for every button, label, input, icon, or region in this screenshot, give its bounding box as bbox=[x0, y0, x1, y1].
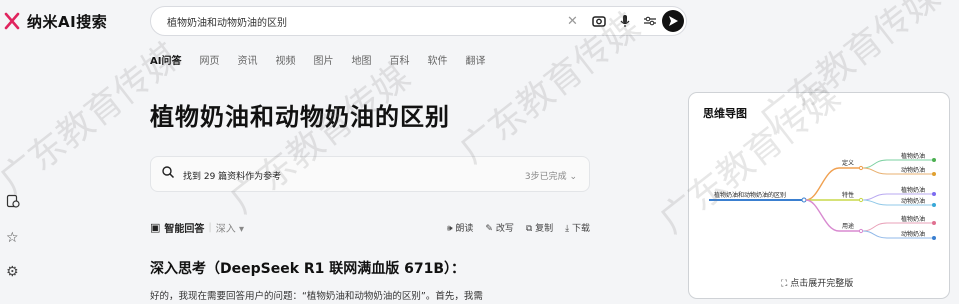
sources-panel[interactable]: 找到 29 篇资料作为参考 3步已完成 ⌄ bbox=[150, 156, 590, 192]
sources-count-label: 找到 29 篇资料作为参考 bbox=[183, 172, 282, 182]
deep-thinking-heading: 深入思考（DeepSeek R1 联网满血版 671B）： bbox=[150, 261, 466, 277]
rewrite-button[interactable]: ✎ 改写 bbox=[485, 221, 513, 234]
search-tabs: AI问答 网页 资讯 视频 图片 地图 百科 软件 翻译 bbox=[150, 52, 503, 70]
star-icon[interactable]: ☆ bbox=[6, 230, 19, 246]
brand-mark-icon bbox=[4, 12, 20, 30]
mindmap-root-node bbox=[801, 197, 807, 203]
search-input[interactable]: 植物奶油和动物奶油的区别 bbox=[167, 14, 287, 29]
tab-video[interactable]: 视频 bbox=[275, 52, 295, 70]
mindmap-leaf-6: 动物奶油 bbox=[901, 230, 925, 238]
mindmap-diagram: 植物奶油和动物奶油的区别 定义 特性 用途 植物奶油 动物奶油 植物奶油 动物奶… bbox=[709, 152, 936, 240]
tab-images[interactable]: 图片 bbox=[313, 52, 333, 70]
mindmap-branch-2: 特性 bbox=[842, 191, 854, 199]
mindmap-card[interactable]: 思维导图 植物奶油和动物奶油的区别 定义 特性 用途 植物奶油 动物奶油 植物奶… bbox=[688, 92, 950, 299]
filter-settings-icon[interactable] bbox=[643, 14, 657, 33]
depth-selector[interactable]: 深入 ▾ bbox=[216, 220, 244, 235]
expand-icon: ⛶ bbox=[781, 279, 788, 289]
mindmap-leaf-1: 植物奶油 bbox=[901, 152, 925, 160]
tab-ai-answer[interactable]: AI问答 bbox=[150, 52, 181, 70]
camera-icon[interactable] bbox=[592, 14, 606, 33]
tab-map[interactable]: 地图 bbox=[351, 52, 371, 70]
sources-status[interactable]: 3步已完成 ⌄ bbox=[525, 169, 577, 182]
tab-software[interactable]: 软件 bbox=[427, 52, 447, 70]
brand-logo[interactable]: 纳米AI搜索 bbox=[2, 8, 107, 34]
brand-name: 纳米AI搜索 bbox=[27, 12, 108, 31]
answer-mode-label[interactable]: 智能回答 bbox=[164, 220, 204, 235]
expand-mindmap-button[interactable]: ⛶ 点击展开完整版 bbox=[781, 276, 853, 289]
read-aloud-button[interactable]: 🕪 朗读 bbox=[447, 221, 474, 234]
search-submit-button[interactable] bbox=[662, 10, 684, 32]
microphone-icon[interactable] bbox=[619, 14, 631, 33]
tab-baike[interactable]: 百科 bbox=[389, 52, 409, 70]
history-icon[interactable] bbox=[6, 194, 20, 212]
clear-icon[interactable]: ✕ bbox=[567, 14, 578, 30]
mindmap-leaf-5: 植物奶油 bbox=[901, 215, 925, 223]
tab-web[interactable]: 网页 bbox=[199, 52, 219, 70]
mindmap-leaf-4: 动物奶油 bbox=[901, 197, 925, 205]
smart-answer-icon: ▣ bbox=[150, 221, 161, 234]
send-arrow-icon bbox=[669, 16, 678, 26]
mindmap-leaf-3: 植物奶油 bbox=[901, 186, 925, 194]
tab-news[interactable]: 资讯 bbox=[237, 52, 257, 70]
download-button[interactable]: ⤓ 下载 bbox=[565, 221, 590, 234]
search-sparkle-icon bbox=[161, 165, 175, 183]
mindmap-branch-3: 用途 bbox=[842, 222, 854, 230]
mindmap-leaf-2: 动物奶油 bbox=[901, 166, 925, 174]
tab-translate[interactable]: 翻译 bbox=[465, 52, 485, 70]
settings-icon[interactable]: ⚙ bbox=[6, 264, 19, 280]
mindmap-branch-1: 定义 bbox=[842, 159, 854, 167]
page-title: 植物奶油和动物奶油的区别 bbox=[150, 103, 450, 131]
deep-thinking-text: 好的，我现在需要回答用户的问题：“植物奶油和动物奶油的区别”。首先，我需 bbox=[150, 291, 483, 302]
search-bar[interactable]: 植物奶油和动物奶油的区别 ✕ bbox=[150, 6, 687, 36]
mindmap-root: 植物奶油和动物奶油的区别 bbox=[714, 191, 786, 199]
watermark-text: 广东教育传媒 bbox=[222, 56, 418, 222]
answer-toolbar: ▣ 智能回答 | 深入 ▾ 🕪 朗读 ✎ 改写 ⧉ 复制 ⤓ 下载 bbox=[150, 220, 590, 235]
chevron-down-icon: ⌄ bbox=[569, 172, 577, 182]
copy-button[interactable]: ⧉ 复制 bbox=[526, 221, 553, 234]
